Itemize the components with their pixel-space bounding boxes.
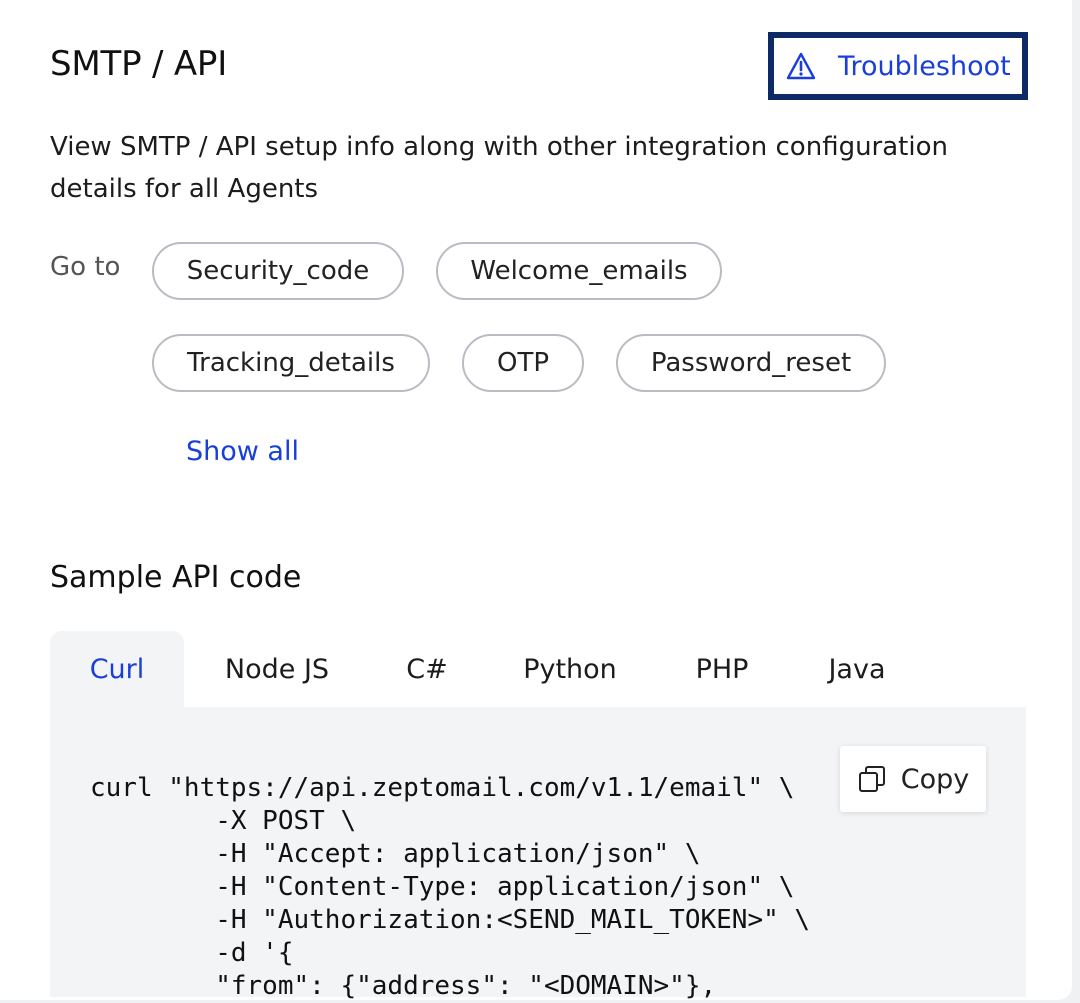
tab-java[interactable]: Java: [812, 631, 902, 707]
tab-csharp[interactable]: C#: [386, 631, 468, 707]
chip-otp[interactable]: OTP: [462, 334, 584, 392]
chip-tracking-details[interactable]: Tracking_details: [152, 334, 430, 392]
page-title: SMTP / API: [50, 44, 228, 84]
troubleshoot-label: Troubleshoot: [838, 50, 1011, 82]
sample-api-title: Sample API code: [50, 560, 302, 595]
code-block: curl "https://api.zeptomail.com/v1.1/ema…: [90, 773, 811, 1001]
copy-icon: [858, 766, 885, 792]
show-all-link[interactable]: Show all: [186, 436, 299, 467]
troubleshoot-button-inner[interactable]: Troubleshoot: [774, 38, 1022, 94]
tab-python[interactable]: Python: [508, 631, 632, 707]
smtp-api-card: SMTP / API Troubleshoot View SMTP / API …: [0, 0, 1072, 1001]
copy-label: Copy: [900, 763, 970, 795]
warning-triangle-icon: [786, 52, 816, 80]
goto-label: Go to: [50, 252, 121, 282]
page-description: View SMTP / API setup info along with ot…: [50, 132, 948, 204]
copy-button[interactable]: Copy: [840, 746, 986, 812]
tab-curl[interactable]: Curl: [50, 631, 184, 707]
tab-php[interactable]: PHP: [676, 631, 768, 707]
chip-password-reset[interactable]: Password_reset: [616, 334, 886, 392]
tab-node-js[interactable]: Node JS: [206, 631, 348, 707]
chip-welcome-emails[interactable]: Welcome_emails: [436, 242, 722, 300]
troubleshoot-button[interactable]: Troubleshoot: [768, 32, 1028, 100]
chip-security-code[interactable]: Security_code: [152, 242, 404, 300]
